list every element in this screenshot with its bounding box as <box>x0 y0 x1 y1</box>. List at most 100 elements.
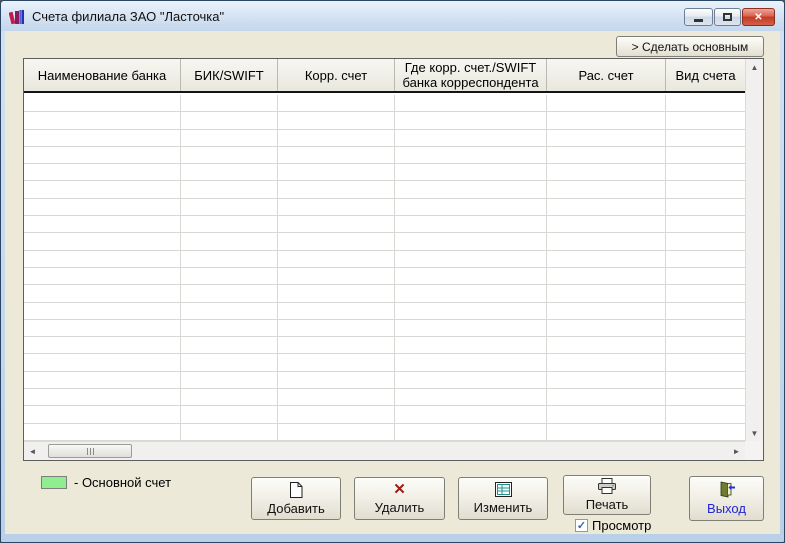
table-cell <box>24 129 181 146</box>
table-cell <box>547 319 666 337</box>
table-cell <box>547 267 666 285</box>
column-header[interactable]: Вид счета <box>666 59 745 91</box>
print-button[interactable]: Печать <box>563 475 651 515</box>
table-cell <box>181 371 278 389</box>
table-row[interactable] <box>24 302 745 320</box>
column-header[interactable]: Корр. счет <box>278 59 395 91</box>
table-row[interactable] <box>24 233 745 251</box>
table-row[interactable] <box>24 198 745 217</box>
table-cell <box>181 198 278 216</box>
table-cell <box>395 146 547 164</box>
table-cell <box>666 112 745 128</box>
table-cell <box>666 337 745 353</box>
table-cell <box>547 181 666 198</box>
table-cell <box>278 198 395 216</box>
exit-button-label: Выход <box>707 501 746 516</box>
legend-label: - Основной счет <box>74 475 172 490</box>
table-cell <box>24 198 181 216</box>
table-row[interactable] <box>24 146 745 165</box>
window: Счета филиала ЗАО "Ласточка" ✕ > Сделать… <box>0 0 785 543</box>
table-row[interactable] <box>24 337 745 355</box>
table-cell <box>666 354 745 370</box>
table-cell <box>278 250 395 267</box>
table-cell <box>278 423 395 440</box>
table-cell <box>181 267 278 285</box>
table-cell <box>181 302 278 319</box>
table-row[interactable] <box>24 319 745 338</box>
primary-account-swatch <box>41 476 67 489</box>
table-cell <box>666 95 745 111</box>
table-cell <box>24 285 181 302</box>
table-row[interactable] <box>24 95 745 113</box>
table-cell <box>181 129 278 146</box>
table-cell <box>181 389 278 406</box>
table-row[interactable] <box>24 389 745 407</box>
table-cell <box>181 164 278 181</box>
client-area: > Сделать основным Наименование банка БИК… <box>5 31 780 534</box>
table-row[interactable] <box>24 423 745 441</box>
table-row[interactable] <box>24 181 745 199</box>
column-header[interactable]: Где корр. счет./SWIFT банка корреспонден… <box>395 59 547 91</box>
table-cell <box>181 112 278 129</box>
table-row[interactable] <box>24 285 745 303</box>
table-cell <box>24 112 181 129</box>
table-cell <box>278 164 395 181</box>
scroll-down-icon[interactable]: ▼ <box>746 425 763 441</box>
table-cell <box>666 320 745 336</box>
maximize-button[interactable] <box>714 8 741 26</box>
make-primary-button[interactable]: > Сделать основным <box>616 36 764 57</box>
table-cell <box>278 267 395 285</box>
table-cell <box>666 164 745 180</box>
table-cell <box>24 146 181 164</box>
column-header[interactable]: Наименование банка <box>24 59 181 91</box>
horizontal-scroll-thumb[interactable] <box>48 444 132 458</box>
table-cell <box>395 406 547 423</box>
table-cell <box>24 267 181 285</box>
table-cell <box>181 216 278 233</box>
checkbox-check-icon[interactable]: ✓ <box>575 519 588 532</box>
table-cell <box>24 95 181 112</box>
table-row[interactable] <box>24 129 745 147</box>
column-header[interactable]: Рас. счет <box>547 59 666 91</box>
close-button[interactable]: ✕ <box>742 8 775 26</box>
table-cell <box>666 389 745 405</box>
table-row[interactable] <box>24 406 745 424</box>
table-header: Наименование банка БИК/SWIFT Корр. счет Где… <box>24 59 745 93</box>
edit-button[interactable]: Изменить <box>458 477 548 520</box>
table-row[interactable] <box>24 267 745 286</box>
table-cell <box>24 233 181 250</box>
table-row[interactable] <box>24 112 745 130</box>
table-cell <box>24 337 181 354</box>
table-cell <box>547 216 666 233</box>
table-row[interactable] <box>24 216 745 234</box>
table-row[interactable] <box>24 164 745 182</box>
table-row[interactable] <box>24 371 745 390</box>
horizontal-scrollbar[interactable]: ◄ ► <box>24 441 745 460</box>
add-button[interactable]: Добавить <box>251 477 341 520</box>
table-cell <box>24 389 181 406</box>
delete-button[interactable]: ✕ Удалить <box>354 477 445 520</box>
preview-checkbox[interactable]: ✓ Просмотр <box>575 518 651 533</box>
table-cell <box>278 112 395 129</box>
table-cell <box>278 354 395 371</box>
scroll-right-icon[interactable]: ► <box>728 443 745 460</box>
minimize-button[interactable] <box>684 8 713 26</box>
table-cell <box>24 164 181 181</box>
table-cell <box>278 319 395 337</box>
scroll-up-icon[interactable]: ▲ <box>746 59 763 75</box>
column-header[interactable]: БИК/SWIFT <box>181 59 278 91</box>
exit-button[interactable]: Выход <box>689 476 764 521</box>
table-cell <box>547 164 666 181</box>
titlebar: Счета филиала ЗАО "Ласточка" ✕ <box>1 1 784 31</box>
scroll-left-icon[interactable]: ◄ <box>24 443 41 460</box>
table-cell <box>24 319 181 337</box>
table-cell <box>666 130 745 146</box>
table-row[interactable] <box>24 354 745 372</box>
table-row[interactable] <box>24 250 745 268</box>
vertical-scrollbar[interactable]: ▲ ▼ <box>745 59 763 441</box>
print-button-label: Печать <box>585 497 629 512</box>
table-cell <box>547 250 666 267</box>
table-cell <box>24 181 181 198</box>
table-cell <box>278 302 395 319</box>
minimize-icon <box>694 19 703 22</box>
